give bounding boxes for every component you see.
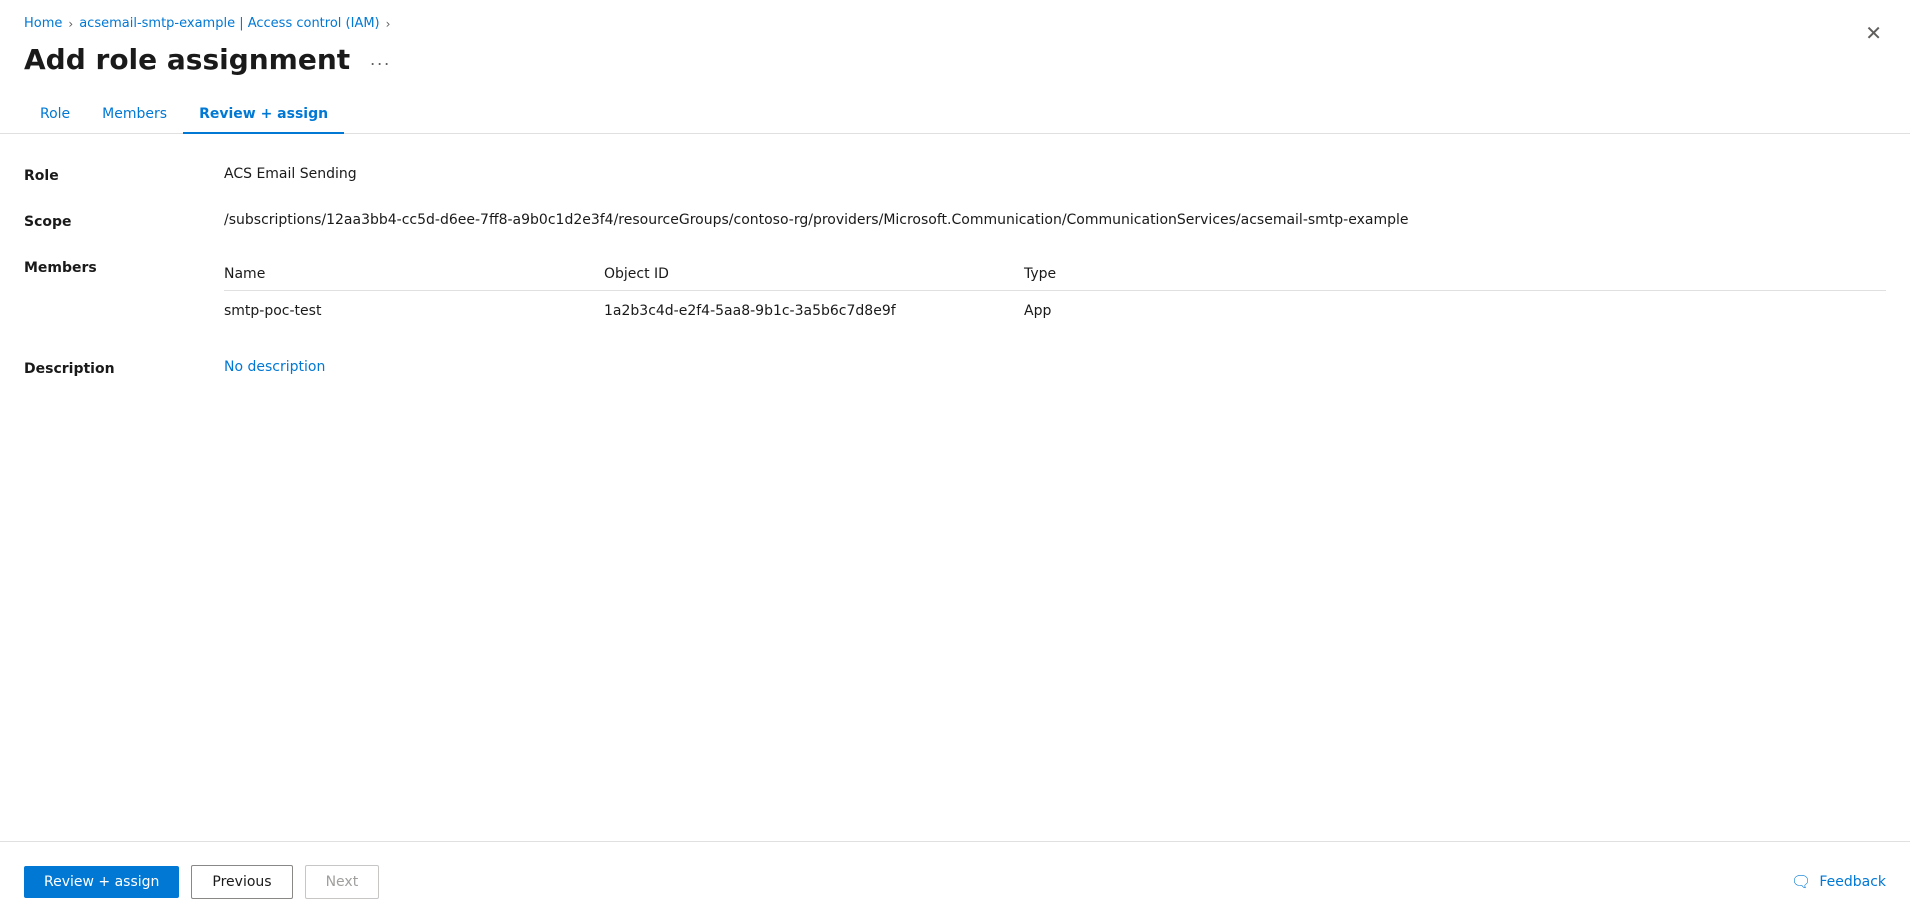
- review-assign-button[interactable]: Review + assign: [24, 866, 179, 898]
- next-button: Next: [305, 865, 380, 899]
- tabs-container: Role Members Review + assign: [0, 96, 1910, 134]
- feedback-icon: 🗨: [1791, 872, 1811, 891]
- role-row: Role ACS Email Sending: [24, 166, 1886, 184]
- members-label: Members: [24, 258, 224, 276]
- member-type: App: [1024, 291, 1886, 332]
- table-row: smtp-poc-test 1a2b3c4d-e2f4-5aa8-9b1c-3a…: [224, 291, 1886, 332]
- feedback-label: Feedback: [1819, 874, 1886, 890]
- members-table: Name Object ID Type smtp-poc-test 1a2b3c…: [224, 258, 1886, 331]
- scope-value: /subscriptions/12aa3bb4-cc5d-d6ee-7ff8-a…: [224, 212, 1408, 228]
- breadcrumb-sep-1: ›: [68, 17, 73, 31]
- breadcrumb: Home › acsemail-smtp-example | Access co…: [0, 0, 1910, 39]
- page-header: Add role assignment ...: [0, 39, 1910, 96]
- tab-role[interactable]: Role: [24, 96, 86, 134]
- role-label: Role: [24, 166, 224, 184]
- role-value: ACS Email Sending: [224, 166, 357, 182]
- footer: Review + assign Previous Next 🗨 Feedback: [0, 841, 1910, 921]
- page-title: Add role assignment: [24, 43, 350, 76]
- member-object-id: 1a2b3c4d-e2f4-5aa8-9b1c-3a5b6c7d8e9f: [604, 291, 1024, 332]
- feedback-button[interactable]: 🗨 Feedback: [1791, 872, 1886, 891]
- description-value: No description: [224, 359, 325, 375]
- col-header-type: Type: [1024, 258, 1886, 291]
- breadcrumb-home[interactable]: Home: [24, 16, 62, 31]
- description-row: Description No description: [24, 359, 1886, 377]
- main-content: Role ACS Email Sending Scope /subscripti…: [0, 166, 1910, 377]
- description-label: Description: [24, 359, 224, 377]
- members-table-header-row: Name Object ID Type: [224, 258, 1886, 291]
- col-header-object-id: Object ID: [604, 258, 1024, 291]
- members-section: Members Name Object ID Type smtp-poc-tes…: [24, 258, 1886, 331]
- tab-review-assign[interactable]: Review + assign: [183, 96, 344, 134]
- previous-button[interactable]: Previous: [191, 865, 292, 899]
- col-header-name: Name: [224, 258, 604, 291]
- ellipsis-button[interactable]: ...: [362, 45, 399, 74]
- tab-members[interactable]: Members: [86, 96, 183, 134]
- scope-row: Scope /subscriptions/12aa3bb4-cc5d-d6ee-…: [24, 212, 1886, 230]
- close-button[interactable]: ✕: [1861, 20, 1886, 48]
- breadcrumb-iam[interactable]: acsemail-smtp-example | Access control (…: [79, 16, 379, 31]
- breadcrumb-sep-2: ›: [386, 17, 391, 31]
- scope-label: Scope: [24, 212, 224, 230]
- member-name: smtp-poc-test: [224, 291, 604, 332]
